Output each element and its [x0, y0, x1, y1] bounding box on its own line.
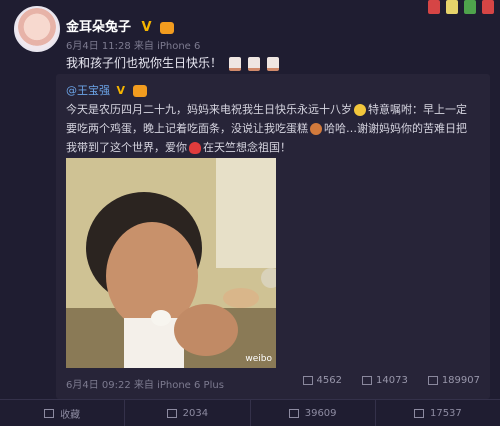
like-count-value: 189907: [441, 375, 480, 386]
vip-badge: V: [141, 20, 152, 35]
image-watermark: weibo: [245, 354, 272, 364]
cake-icon: [247, 56, 260, 71]
vip-badge: V: [116, 84, 126, 97]
comment-icon: [362, 376, 372, 385]
reposted-post: @王宝强 V 今天是农历四月二十九，妈妈来电祝我生日快乐永远十八岁 特意嘱咐：早上…: [56, 74, 490, 399]
repost-text-part-1: 今天是农历四月二十九，妈妈来电祝我生日快乐永远十八岁: [66, 103, 352, 116]
like-button[interactable]: 17537: [376, 400, 500, 426]
forward-count: 2034: [182, 407, 209, 419]
member-icon: [132, 85, 147, 97]
comment-count-value: 14073: [376, 375, 408, 386]
thumbs-up-icon: [413, 408, 424, 418]
repost-count-value: 4562: [316, 375, 342, 386]
like-count[interactable]: 189907: [427, 375, 480, 386]
user-name-text[interactable]: 金耳朵兔子: [66, 20, 131, 35]
repost-meta: 6月4日 09:22 来自 iPhone 6 Plus: [66, 380, 224, 391]
post-header: 金耳朵兔子 V 6月4日 11:28 来自 iPhone 6: [14, 6, 500, 52]
repost-count[interactable]: 4562: [302, 375, 342, 386]
post-meta: 6月4日 11:28 来自 iPhone 6: [66, 41, 201, 52]
action-bar: 收藏 2034 39609 17537: [0, 399, 500, 426]
repost-text-part-4: 在天竺想念祖国！: [203, 141, 291, 154]
forward-button[interactable]: 2034: [125, 400, 251, 426]
comment-count: 39609: [304, 407, 337, 419]
repost-author[interactable]: @王宝强 V: [66, 82, 147, 98]
repost-stats: 4562 14073 189907: [302, 375, 480, 386]
member-icon: [160, 21, 175, 34]
like-count: 17537: [429, 407, 462, 419]
cake-icon: [228, 56, 241, 71]
repost-author-name[interactable]: @王宝强: [66, 84, 110, 97]
post-image[interactable]: weibo: [66, 158, 276, 368]
comment-count[interactable]: 14073: [362, 375, 408, 386]
user-name[interactable]: 金耳朵兔子 V: [66, 16, 175, 35]
avatar[interactable]: [14, 6, 60, 52]
comment-button[interactable]: 39609: [251, 400, 376, 426]
star-icon: [44, 408, 55, 418]
favorite-label: 收藏: [60, 409, 81, 421]
heart-emoji-icon: [189, 142, 201, 154]
forward-icon: [166, 408, 177, 418]
cake-icon: [266, 56, 279, 71]
thumbs-up-icon: [427, 376, 438, 385]
post-text-content: 我和孩子们也祝你生日快乐！: [66, 56, 223, 70]
post-text: 我和孩子们也祝你生日快乐！: [66, 54, 279, 71]
favorite-button[interactable]: 收藏: [0, 400, 126, 426]
forward-icon: [302, 376, 313, 385]
post-image-graphic: [66, 158, 276, 368]
cake-emoji-icon: [310, 123, 322, 135]
comment-icon: [288, 408, 299, 418]
repost-text: 今天是农历四月二十九，妈妈来电祝我生日快乐永远十八岁 特意嘱咐：早上一定要吃两个鸡…: [66, 100, 470, 157]
smile-emoji-icon: [354, 104, 366, 116]
